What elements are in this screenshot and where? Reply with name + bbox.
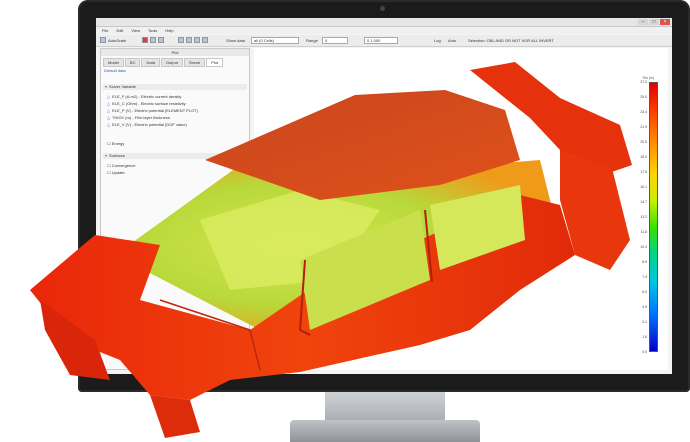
- view-front-icon[interactable]: [178, 37, 184, 43]
- field-select[interactable]: all (0 Cells): [251, 37, 299, 44]
- view-top-icon[interactable]: [194, 37, 200, 43]
- menu-view[interactable]: View: [131, 27, 140, 34]
- webcam-dot: [380, 6, 385, 11]
- car-body-model: [30, 62, 632, 438]
- autoscale-icon[interactable]: [100, 37, 106, 43]
- panel-title: Plot: [101, 49, 249, 56]
- window-controls: – □ ×: [638, 19, 670, 25]
- range-label: Range: [306, 38, 318, 43]
- menu-tools[interactable]: Tools: [148, 27, 157, 34]
- menu-help[interactable]: Help: [165, 27, 173, 34]
- range-select[interactable]: 0: [322, 37, 348, 44]
- autoscale-button[interactable]: AutoScale: [108, 37, 126, 44]
- selection-toolbar[interactable]: Selection: OBL AND OR NOT XOR ALL INVERT: [468, 37, 554, 44]
- mesh-icon[interactable]: [158, 37, 164, 43]
- title-bar: – □ ×: [96, 18, 672, 27]
- close-button[interactable]: ×: [660, 19, 670, 25]
- toolbar: AutoScale Show data all (0 Cells) Range …: [96, 35, 672, 47]
- auto-toggle[interactable]: Auto: [448, 37, 456, 44]
- show-data-label: Show data: [226, 38, 245, 43]
- menu-file[interactable]: File: [102, 27, 108, 34]
- view-side-icon[interactable]: [186, 37, 192, 43]
- menu-bar: File Edit View Tools Help: [96, 27, 672, 34]
- grid-icon[interactable]: [150, 37, 156, 43]
- log-toggle[interactable]: Log: [434, 37, 441, 44]
- range-input[interactable]: 0 1.000: [364, 37, 398, 44]
- maximize-button[interactable]: □: [649, 19, 659, 25]
- view-iso-icon[interactable]: [202, 37, 208, 43]
- menu-edit[interactable]: Edit: [116, 27, 123, 34]
- record-icon[interactable]: [142, 37, 148, 43]
- minimize-button[interactable]: –: [638, 19, 648, 25]
